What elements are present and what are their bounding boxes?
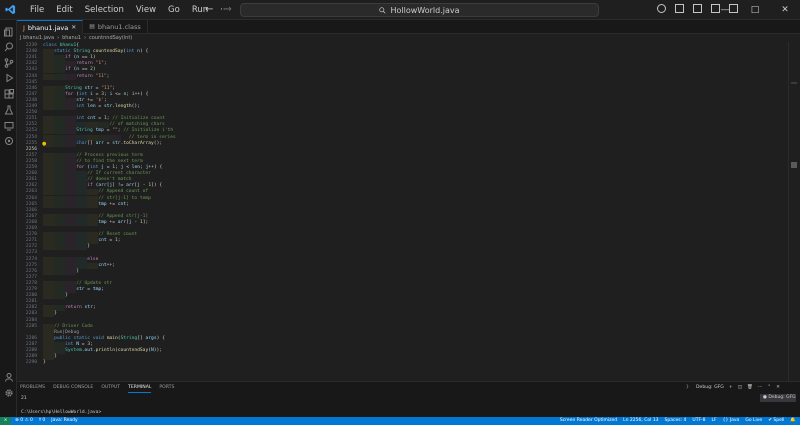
more-actions-icon[interactable]: ··· <box>758 384 762 392</box>
problems-count[interactable]: ⊗ 0 ⚠ 0 <box>15 417 33 425</box>
status-left: ⊗ 0 ⚠ 0 ⭡ 0 Java: Ready <box>11 417 78 425</box>
add-terminal-icon[interactable]: + <box>729 384 733 392</box>
terminal-prompt: C:\Users\hp\HellowWorld.java> <box>21 410 102 415</box>
panel-active-terminal[interactable]: Debug: GFG <box>696 384 724 392</box>
code-line: int len = str.length(); <box>76 104 140 109</box>
tab-problems[interactable]: PROBLEMS <box>20 384 45 393</box>
window-controls: — □ ✕ <box>710 0 800 20</box>
class-file-icon: ▤ <box>89 23 95 30</box>
status-right: Screen Reader Optimized Ln 2256, Col 13 … <box>560 417 796 425</box>
menu-bar: File Edit Selection View Go Run ··· <box>24 0 234 20</box>
code-line: } <box>87 244 91 250</box>
maximize-panel-icon[interactable]: ⌃ <box>767 384 771 392</box>
close-icon[interactable]: ✕ <box>770 0 800 20</box>
editor-scrollbar[interactable] <box>788 42 800 381</box>
activity-bar <box>0 20 17 417</box>
java-status[interactable]: Java: Ready <box>51 417 77 425</box>
line-ending[interactable]: LF <box>712 417 717 425</box>
cursor-position[interactable]: Ln 2256, Col 13 <box>623 417 658 425</box>
editor-tabs: J bhanu1.java ✕ ▤ bhanu1.class <box>17 20 800 34</box>
breadcrumb-class[interactable]: bhanu1 <box>62 34 81 42</box>
ports-count[interactable]: ⭡ 0 <box>39 417 45 425</box>
breadcrumb: J bhanu1.java › bhanu1 › countnndSay(int… <box>17 34 800 42</box>
title-bar: File Edit Selection View Go Run ··· ← → … <box>0 0 800 20</box>
maximize-icon[interactable]: □ <box>740 0 770 20</box>
terminal-list-item[interactable]: ● Debug: GFG <box>760 394 796 402</box>
source-control-icon[interactable] <box>3 57 14 68</box>
code-line: } <box>76 268 79 274</box>
breadcrumb-file[interactable]: J bhanu1.java <box>20 34 54 42</box>
language-mode[interactable]: {} Java <box>723 417 740 425</box>
code-line: } <box>65 293 68 299</box>
screen-reader-status[interactable]: Screen Reader Optimized <box>560 417 617 425</box>
chevron-right-icon: › <box>84 35 86 41</box>
encoding[interactable]: UTF-8 <box>692 417 705 425</box>
code-line: return "11"; <box>76 73 110 79</box>
menu-selection[interactable]: Selection <box>79 0 130 20</box>
panel-actions: 〉 Debug: GFG + ◫ 🗑 ··· ⌃ ✕ <box>686 384 780 392</box>
code-line: tmp += cnt; <box>98 201 129 207</box>
code-editor[interactable]: 2239 2240 2241 2242 2243 2244 2245 2246 2247 2248… <box>17 42 800 381</box>
tab-label: bhanu1.class <box>97 23 141 31</box>
code-line: char[] arr = str.toCharArray(); <box>76 140 163 146</box>
line-number: 2285 <box>25 323 37 329</box>
tab-bhanu1-java[interactable]: J bhanu1.java ✕ <box>17 20 84 35</box>
go-live-button[interactable]: Go Live <box>745 417 762 425</box>
command-center-search[interactable]: HollowWorld.java <box>240 3 599 17</box>
kill-terminal-icon[interactable]: 🗑 <box>747 384 753 392</box>
code-line: } <box>54 311 57 317</box>
panel-tabs: PROBLEMS DEBUG CONSOLE OUTPUT TERMINAL P… <box>17 384 174 393</box>
back-arrow-icon[interactable]: ← <box>205 0 213 20</box>
menu-view[interactable]: View <box>130 0 162 20</box>
java-file-icon: J <box>23 23 25 32</box>
manage-gear-icon[interactable] <box>3 387 14 398</box>
line-number: 2290 <box>25 360 37 366</box>
spell-check[interactable]: ✔ Spell <box>768 417 784 425</box>
menu-edit[interactable]: Edit <box>50 0 78 20</box>
explorer-icon[interactable] <box>3 26 14 37</box>
live-share-icon[interactable] <box>3 135 14 146</box>
tab-bhanu1-class[interactable]: ▤ bhanu1.class <box>83 20 148 34</box>
menu-go[interactable]: Go <box>162 0 186 20</box>
tab-terminal[interactable]: TERMINAL <box>128 384 152 393</box>
close-panel-icon[interactable]: ✕ <box>776 384 780 392</box>
vscode-logo-icon <box>0 0 20 20</box>
search-text: HollowWorld.java <box>390 5 460 15</box>
extensions-icon[interactable] <box>3 88 14 99</box>
run-debug-icon[interactable] <box>3 72 14 83</box>
tab-ports[interactable]: PORTS <box>159 384 174 393</box>
testing-icon[interactable] <box>3 104 14 115</box>
tab-output[interactable]: OUTPUT <box>101 384 120 393</box>
bottom-panel: PROBLEMS DEBUG CONSOLE OUTPUT TERMINAL P… <box>17 381 800 417</box>
copilot-icon[interactable] <box>657 4 666 13</box>
remote-indicator-icon[interactable]: ⨯ <box>0 417 11 425</box>
chevron-right-icon: › <box>57 35 60 41</box>
toggle-panel-icon[interactable] <box>693 4 702 13</box>
toggle-sidebar-icon[interactable] <box>675 4 684 13</box>
terminal-line: 21 <box>21 396 27 401</box>
split-terminal-icon[interactable]: ◫ <box>738 384 742 392</box>
terminal-output[interactable]: 21 C:\Users\hp\HellowWorld.java> <box>21 395 101 416</box>
search-icon <box>379 6 387 14</box>
navigation-arrows: ← → <box>205 0 232 20</box>
code-line: System.out.println(countnndSay(N)); <box>65 348 163 353</box>
tab-label: bhanu1.java <box>27 23 69 32</box>
code-line: tmp += arr[j - 1]; <box>98 219 149 225</box>
breadcrumb-method[interactable]: countnndSay(int) <box>89 34 132 42</box>
minimize-icon[interactable]: — <box>710 0 740 20</box>
remote-explorer-icon[interactable] <box>3 120 14 131</box>
indentation[interactable]: Spaces: 4 <box>665 417 687 425</box>
menu-file[interactable]: File <box>24 0 50 20</box>
account-icon[interactable] <box>3 371 14 382</box>
code-line: } <box>43 360 46 366</box>
terminal-icon: 〉 <box>686 385 691 390</box>
notifications-bell-icon[interactable]: 🔔 <box>790 417 796 425</box>
forward-arrow-icon[interactable]: → <box>223 0 231 20</box>
tab-debug-console[interactable]: DEBUG CONSOLE <box>53 384 93 393</box>
status-bar: ⨯ ⊗ 0 ⚠ 0 ⭡ 0 Java: Ready Screen Reader … <box>0 417 800 425</box>
search-icon[interactable] <box>3 41 14 52</box>
close-tab-icon[interactable]: ✕ <box>71 21 76 35</box>
terminal-list-label: Debug: GFG <box>768 395 796 400</box>
